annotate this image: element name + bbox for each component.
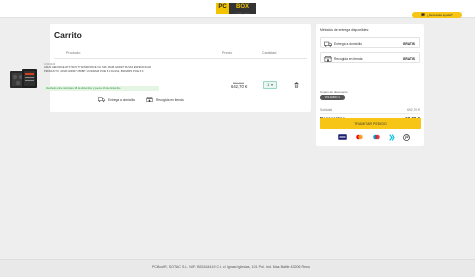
chat-icon bbox=[421, 13, 426, 17]
delivery-method-store[interactable]: Recogida en tienda GRATIS bbox=[320, 52, 420, 63]
divider bbox=[320, 113, 420, 114]
quantity-select[interactable]: 1 ▾ bbox=[263, 81, 277, 89]
subtotal-value: 692,70 € bbox=[407, 108, 420, 112]
mastercard-icon bbox=[356, 134, 363, 140]
delivery-method-store-price: GRATIS bbox=[402, 56, 415, 61]
footer: PCBoxIR, SOTAC S.L. NIF: B53164419 C.I. … bbox=[0, 259, 475, 277]
delivery-method-home[interactable]: Entrega a domicilio GRATIS bbox=[320, 37, 420, 48]
truck-icon bbox=[324, 41, 332, 47]
help-button[interactable]: ¿Necesitas ayuda? bbox=[412, 12, 462, 18]
subtotal-row: Subtotal 692,70 € bbox=[320, 108, 420, 112]
delivery-methods-heading: Métodos de entrega disponibles: bbox=[320, 28, 370, 32]
bizum-icon bbox=[389, 133, 395, 141]
logo-tagline: quality store bbox=[235, 12, 250, 15]
page-title: Carrito bbox=[54, 30, 82, 40]
subtotal-label: Subtotal bbox=[320, 108, 333, 112]
coupon-chip[interactable]: VOLANDO ✕ bbox=[320, 95, 345, 100]
current-price: 642,70 € bbox=[231, 84, 248, 89]
payment-methods bbox=[338, 133, 410, 141]
chevron-down-icon: ▾ bbox=[271, 83, 273, 87]
store-icon bbox=[146, 97, 153, 102]
option-home-delivery-label: Entrega a domicilio bbox=[108, 97, 136, 102]
coupon-label: Cupón de descuento bbox=[320, 90, 348, 94]
option-home-delivery[interactable]: Entrega a domicilio bbox=[98, 96, 135, 103]
truck-icon bbox=[98, 97, 105, 102]
option-store-pickup[interactable]: Recogida en tienda bbox=[146, 96, 183, 103]
column-header-product: Producto bbox=[66, 51, 81, 55]
visa-icon bbox=[338, 134, 347, 140]
option-store-pickup-label: Recogida en tienda bbox=[156, 97, 184, 102]
delivery-method-home-label: Entrega a domicilio bbox=[334, 41, 363, 46]
divider bbox=[54, 58, 307, 59]
delivery-estimate-badge: Recíbelo entre miércoles 18 de diciembre… bbox=[44, 86, 159, 91]
maestro-icon bbox=[373, 134, 380, 140]
trash-icon[interactable] bbox=[294, 82, 299, 88]
help-button-label: ¿Necesitas ayuda? bbox=[426, 13, 453, 17]
pcbox-logo[interactable]: PC BOX quality store bbox=[216, 3, 256, 15]
product-name[interactable]: ASUS GEFORCE RTX 5070 TI WINDFORCE OC SF… bbox=[44, 66, 164, 74]
store-icon bbox=[324, 56, 332, 62]
delivery-method-store-label: Recogida en tienda bbox=[334, 56, 363, 61]
delivery-method-home-price: GRATIS bbox=[402, 41, 415, 46]
footer-legal-text: PCBoxIR, SOTAC S.L. NIF: B53164419 C.I. … bbox=[152, 265, 310, 269]
checkout-button[interactable]: TRAMITAR PEDIDO bbox=[320, 118, 421, 129]
logo-pc: PC bbox=[216, 3, 229, 14]
top-bar: PC BOX quality store bbox=[0, 0, 475, 18]
column-header-price: Precio bbox=[222, 51, 233, 55]
product-image[interactable] bbox=[9, 68, 39, 90]
paypal-icon bbox=[403, 133, 410, 141]
quantity-value: 1 bbox=[267, 83, 270, 87]
column-header-quantity: Cantidad bbox=[262, 51, 277, 55]
